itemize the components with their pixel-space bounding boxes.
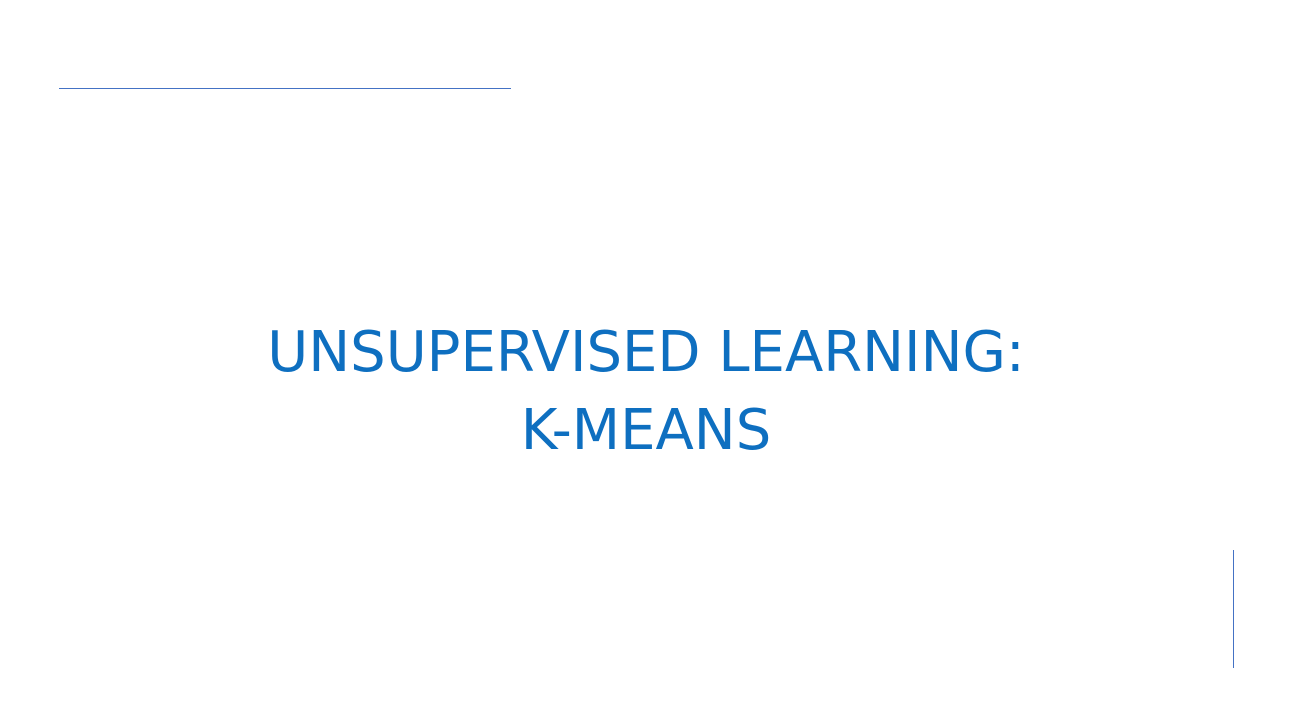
slide: UNSUPERVISED LEARNING: K-MEANS: [0, 0, 1292, 725]
right-accent-rule: [1233, 550, 1234, 668]
title-line-2: K-MEANS: [520, 398, 772, 463]
title-line-1: UNSUPERVISED LEARNING:: [267, 320, 1025, 385]
slide-title: UNSUPERVISED LEARNING: K-MEANS: [0, 314, 1292, 470]
top-accent-rule: [59, 88, 511, 89]
